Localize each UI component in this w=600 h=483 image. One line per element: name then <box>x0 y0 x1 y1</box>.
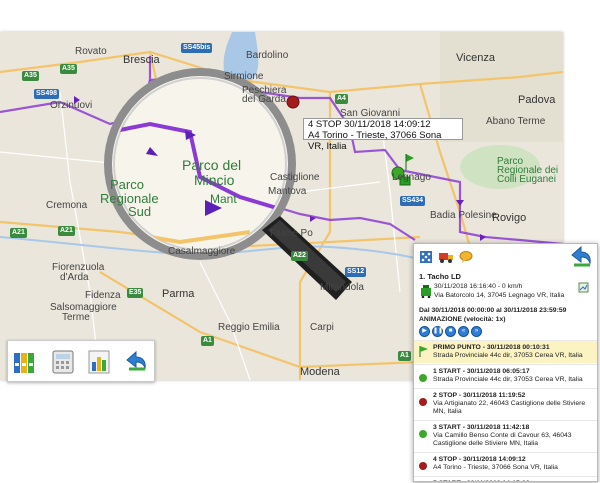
chat-bubble-icon[interactable] <box>459 250 473 264</box>
truck-icon[interactable] <box>438 250 454 264</box>
pause-icon[interactable]: ❚❚ <box>432 326 443 337</box>
road-shield: SS45bis <box>181 43 213 53</box>
map-place-label: Mantova <box>268 186 307 197</box>
event-address: Via Camillo Benso Conte di Cavour 63, 46… <box>433 432 572 439</box>
road-shield: A35 <box>60 64 77 74</box>
stop-icon[interactable]: ■ <box>445 326 456 337</box>
event-row[interactable]: 2 STOP - 30/11/2018 11:19:52 Via Artigian… <box>414 388 597 419</box>
event-address: Castiglione delle Stiviere MN, Italia <box>433 440 539 447</box>
event-title: 4 STOP - 30/11/2018 14:09:12 <box>433 456 526 463</box>
event-address: Via Artigianato 22, 46043 Castiglione de… <box>433 400 586 407</box>
magnifier-label: Sud <box>128 204 152 219</box>
road-shield: A4 <box>335 94 348 104</box>
map-place-label: Rovigo <box>492 212 527 224</box>
map-place-label: Badia Polesine <box>430 210 497 221</box>
map-place-label: Fiume Po <box>270 228 313 239</box>
magnifier-label: Mant <box>210 192 237 206</box>
event-address: Strada Provinciale 44c dir, 37053 Cerea … <box>433 376 583 383</box>
road-shield: A1 <box>201 336 214 346</box>
map-place-label: Abano Terme <box>486 116 546 127</box>
tracking-panel: 1. Tacho LD 30/11/2018 16:16:40 - 0 km/h… <box>413 243 598 482</box>
grid-icon[interactable] <box>419 250 433 264</box>
vehicle-title: 1. Tacho LD <box>419 272 461 281</box>
start-flag-icon <box>419 346 428 357</box>
stop-tooltip-title: 4 STOP 30/11/2018 14:09:12 <box>308 119 431 130</box>
back-arrow-icon[interactable] <box>123 348 149 374</box>
map-place-label: del Garda <box>242 94 286 105</box>
magnifier-label: Mincio <box>194 172 235 188</box>
map-place-label: Castiglione <box>270 172 320 183</box>
map-locate-icon[interactable] <box>578 282 589 293</box>
stop-dot-icon <box>419 398 427 406</box>
road-shield: A21 <box>10 228 27 238</box>
map-place-label: Padova <box>518 94 556 106</box>
event-row[interactable]: PRIMO PUNTO - 30/11/2018 00:10:31 Strada … <box>414 340 597 363</box>
event-row[interactable]: 5 START - 30/11/2018 14:15:08A4 Torino -… <box>414 476 597 481</box>
date-range: Dal 30/11/2018 00:00:00 al 30/11/2018 23… <box>419 307 567 314</box>
faster-icon[interactable]: » <box>471 326 482 337</box>
map-place-label: Modena <box>300 366 340 378</box>
map-place-label: Rovato <box>75 46 107 57</box>
map-place-label: Legnago <box>392 172 431 183</box>
event-address: MN, Italia <box>433 408 462 415</box>
magnifier-label: Parco <box>110 177 144 192</box>
event-title: 2 STOP - 30/11/2018 11:19:52 <box>433 392 526 399</box>
slower-icon[interactable]: « <box>458 326 469 337</box>
event-row[interactable]: 3 START - 30/11/2018 11:42:18 Via Camillo… <box>414 420 597 451</box>
map-place-label: Mirandola <box>320 282 364 293</box>
report-chart-icon[interactable] <box>86 348 112 374</box>
event-address: A4 Torino - Trieste, 37066 Sona VR, Ital… <box>433 464 558 471</box>
vehicle-last-address: Via Batorcolo 14, 37045 Legnago VR, Ital… <box>434 291 565 299</box>
vehicle-green-icon <box>421 285 431 298</box>
map-place-label: Carpi <box>310 322 334 333</box>
map-place-label: Brescia <box>123 54 160 66</box>
event-row[interactable]: 1 START - 30/11/2018 06:05:17 Strada Prov… <box>414 364 597 387</box>
archive-binders-icon[interactable] <box>13 348 39 374</box>
animation-controls: ▶ ❚❚ ■ « » <box>419 326 482 337</box>
road-shield: A1 <box>398 351 411 361</box>
magnifier-label: Parco del <box>182 157 242 173</box>
play-icon[interactable]: ▶ <box>419 326 430 337</box>
map-place-label: Terme <box>62 312 90 323</box>
start-dot-icon <box>419 374 427 382</box>
map-place-label: Sirmione <box>224 71 264 82</box>
road-shield: A21 <box>58 226 75 236</box>
road-shield: SS498 <box>34 89 60 99</box>
road-shield: A35 <box>22 71 39 81</box>
event-title: 1 START - 30/11/2018 06:05:17 <box>433 368 530 375</box>
stop-tooltip-address: A4 Torino - Trieste, 37066 Sona VR, Ital… <box>308 130 442 152</box>
map-place-label: Reggio Emilia <box>218 322 280 333</box>
road-shield: A22 <box>291 251 308 261</box>
map-place-label: Bardolino <box>246 50 289 61</box>
road-shield: SS434 <box>400 196 426 206</box>
stop-tooltip: 4 STOP 30/11/2018 14:09:12 A4 Torino - T… <box>303 118 463 152</box>
panel-back-arrow-icon[interactable] <box>570 246 592 268</box>
map-place-label: Vicenza <box>456 52 495 64</box>
calculator-icon[interactable] <box>50 348 76 374</box>
event-title: PRIMO PUNTO - 30/11/2018 00:10:31 <box>433 344 550 351</box>
map-place-label: Orzinuovi <box>50 100 93 111</box>
road-shield: SS12 <box>345 267 367 277</box>
event-address: Strada Provinciale 44c dir, 37053 Cerea … <box>433 352 583 359</box>
event-row[interactable]: 4 STOP - 30/11/2018 14:09:12 A4 Torino - … <box>414 452 597 475</box>
animation-label: ANIMAZIONE (velocità: 1x) <box>419 315 506 323</box>
vehicle-last-time: 30/11/2018 16:16:40 - 0 km/h <box>434 283 523 290</box>
map-park-label: Colli Euganei <box>497 174 556 185</box>
bottom-toolbar <box>7 340 155 382</box>
stop-dot-icon <box>419 462 427 470</box>
map-place-label: Fidenza <box>85 290 121 301</box>
map-place-label: Casalmaggiore <box>168 246 236 257</box>
event-title: 5 START - 30/11/2018 14:15:08 <box>433 480 593 481</box>
road-shield: E35 <box>127 288 144 298</box>
map-place-label: Parma <box>162 288 195 300</box>
event-title: 3 START - 30/11/2018 11:42:18 <box>433 424 530 431</box>
start-dot-icon <box>419 430 427 438</box>
map-place-label: Cremona <box>46 200 88 211</box>
map-place-label: d'Arda <box>60 272 89 283</box>
